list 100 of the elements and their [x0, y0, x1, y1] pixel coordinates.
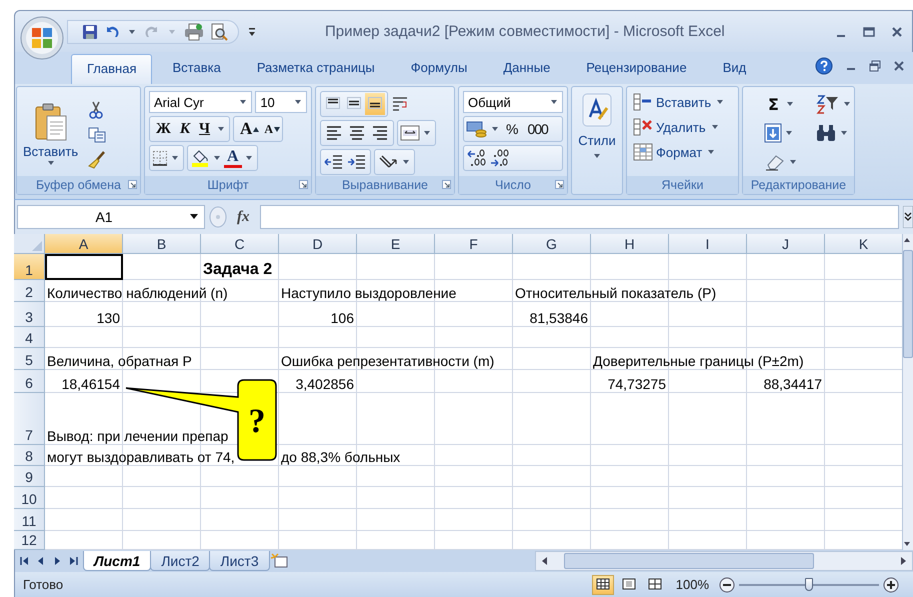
caret-icon[interactable]	[786, 131, 792, 135]
increase-indent-icon[interactable]	[346, 153, 368, 171]
fill-down-icon[interactable]	[764, 123, 782, 143]
row-header[interactable]: 8	[14, 445, 45, 466]
dialog-launcher-icon[interactable]	[299, 180, 308, 189]
last-sheet-icon[interactable]	[67, 555, 79, 567]
row-header[interactable]: 1	[14, 254, 45, 280]
expand-icon[interactable]	[903, 206, 913, 228]
slider-thumb[interactable]	[805, 578, 813, 590]
copy-icon[interactable]	[88, 126, 106, 142]
row-header[interactable]: 9	[14, 466, 45, 487]
decrease-indent-icon[interactable]	[323, 153, 345, 171]
insert-cells-button[interactable]: Вставить	[631, 91, 734, 113]
save-icon[interactable]	[82, 24, 98, 40]
bold-button[interactable]: Ж	[152, 118, 175, 140]
column-header[interactable]: D	[279, 234, 357, 254]
caret-icon[interactable]	[424, 131, 430, 135]
row-header[interactable]: 4	[14, 327, 45, 348]
active-cell[interactable]	[45, 254, 123, 280]
column-header[interactable]: G	[513, 234, 591, 254]
ribbon-tab[interactable]: Рецензирование	[570, 53, 703, 84]
column-header[interactable]: H	[591, 234, 669, 254]
grow-font-button[interactable]: A	[236, 118, 252, 140]
brush-icon[interactable]	[88, 150, 106, 168]
caret-icon[interactable]	[214, 156, 220, 160]
help-icon[interactable]	[815, 57, 833, 75]
restore-icon[interactable]	[869, 60, 881, 72]
font-name-field[interactable]: Arial Cyr	[149, 91, 252, 113]
caret-icon[interactable]	[841, 131, 847, 135]
close-icon[interactable]	[893, 60, 905, 72]
font-color-button[interactable]: A	[224, 148, 242, 168]
column-header[interactable]: B	[123, 234, 201, 254]
insert-function-button[interactable]: fx	[231, 208, 256, 226]
page-magnifier-icon[interactable]	[210, 22, 228, 40]
binoculars-icon[interactable]	[815, 124, 837, 142]
close-icon[interactable]	[890, 24, 904, 38]
scroll-right-icon[interactable]	[898, 555, 908, 567]
zoom-level[interactable]: 100%	[676, 577, 709, 592]
name-box[interactable]: A1	[17, 205, 205, 229]
column-header[interactable]: C	[201, 234, 279, 254]
column-header[interactable]: J	[747, 234, 825, 254]
ribbon-tab[interactable]: Данные	[487, 53, 566, 84]
formula-input[interactable]	[260, 205, 899, 229]
decimal-arrow-icon[interactable]	[466, 148, 488, 168]
vertical-align-button[interactable]	[365, 93, 385, 115]
scroll-left-icon[interactable]	[540, 555, 550, 567]
number-format-field[interactable]: Общий	[463, 91, 563, 113]
ribbon-tab[interactable]: Разметка страницы	[240, 53, 391, 84]
row-header[interactable]: 3	[14, 302, 45, 327]
row-header[interactable]: 2	[14, 280, 45, 302]
row-header[interactable]: 10	[14, 487, 45, 509]
zoom-out-icon[interactable]	[719, 576, 735, 592]
caret-icon[interactable]	[403, 160, 409, 164]
customize-icon[interactable]	[247, 26, 257, 36]
dialog-launcher-icon[interactable]	[442, 180, 451, 189]
sheet-tab[interactable]: Лист3	[209, 551, 270, 571]
scroll-thumb[interactable]	[564, 553, 814, 569]
caret-icon[interactable]	[790, 160, 796, 164]
row-header[interactable]: 6	[14, 370, 45, 393]
dialog-launcher-icon[interactable]	[555, 180, 564, 189]
column-header[interactable]: E	[357, 234, 435, 254]
row-header[interactable]: 11	[14, 509, 45, 531]
ribbon-tab[interactable]: Вид	[706, 53, 762, 84]
caret-icon[interactable]	[246, 156, 252, 160]
percent-button[interactable]: %	[502, 118, 522, 140]
column-header[interactable]: A	[45, 234, 123, 254]
italic-button[interactable]: К	[176, 118, 194, 140]
first-sheet-icon[interactable]	[19, 555, 31, 567]
merge-cells-icon[interactable]	[400, 125, 420, 141]
row-header[interactable]: 12	[14, 531, 45, 550]
caret-icon[interactable]	[786, 102, 793, 106]
scissors-icon[interactable]	[88, 100, 104, 118]
column-header[interactable]: F	[435, 234, 513, 254]
printer-icon[interactable]	[184, 22, 204, 40]
view-button[interactable]	[592, 574, 614, 594]
ribbon-tab[interactable]: Вставка	[156, 53, 237, 84]
underline-button[interactable]: Ч	[195, 118, 214, 140]
autosum-button[interactable]: Σ	[764, 93, 783, 115]
column-header[interactable]: K	[825, 234, 902, 254]
ribbon-tab[interactable]: Формулы	[394, 53, 484, 84]
sheet-tab[interactable]: Лист2	[150, 551, 210, 571]
undo-icon[interactable]	[104, 24, 120, 40]
eraser-icon[interactable]	[764, 153, 786, 171]
row-header[interactable]: 5	[14, 348, 45, 370]
zoom-slider[interactable]	[739, 576, 879, 592]
paint-bucket-icon[interactable]	[190, 149, 210, 167]
caret-icon[interactable]	[492, 127, 498, 131]
vertical-scrollbar[interactable]	[902, 234, 913, 550]
caret-icon[interactable]	[129, 30, 135, 34]
sort-filter-icon[interactable]	[816, 94, 840, 114]
shrink-font-button[interactable]: A	[260, 118, 273, 140]
dialog-launcher-icon[interactable]	[128, 180, 137, 189]
splitter-handle-icon[interactable]	[209, 206, 227, 228]
caret-icon[interactable]	[172, 156, 178, 160]
decimal-arrow-icon[interactable]	[489, 148, 511, 168]
sheet-tab[interactable]: Лист1	[83, 551, 152, 571]
caret-icon[interactable]	[844, 102, 850, 106]
thousands-button[interactable]: 000	[523, 118, 552, 140]
delete-cells-button[interactable]: Удалить	[631, 116, 734, 138]
paste-button[interactable]: Вставить	[21, 100, 80, 167]
